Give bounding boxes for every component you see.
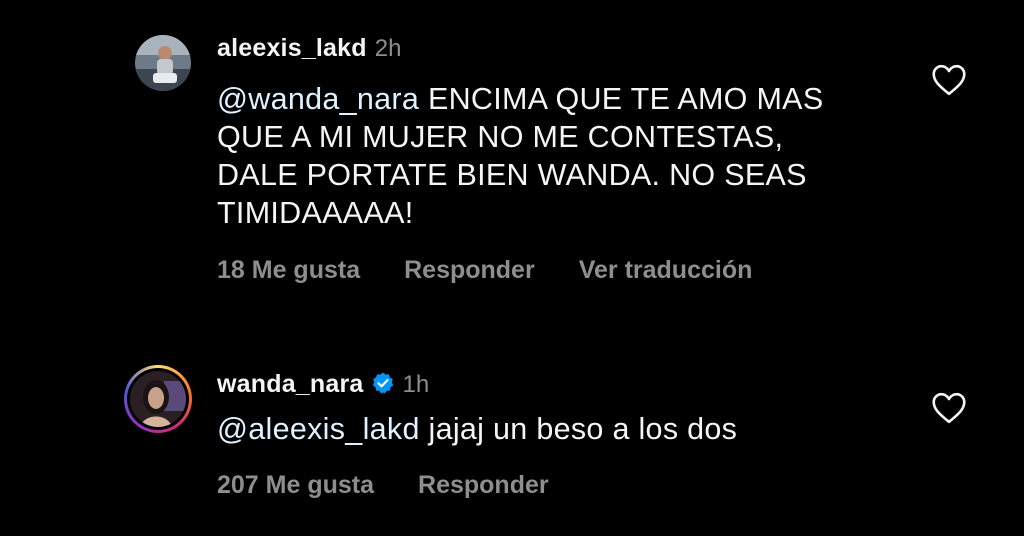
mention-link[interactable]: @aleexis_lakd bbox=[217, 412, 420, 446]
timestamp: 1h bbox=[402, 371, 430, 398]
heart-icon[interactable] bbox=[931, 392, 967, 424]
avatar bbox=[130, 371, 186, 427]
reply-button[interactable]: Responder bbox=[418, 471, 549, 500]
avatar-story-ring[interactable] bbox=[124, 365, 192, 433]
likes-count[interactable]: 207 Me gusta bbox=[217, 471, 374, 500]
comment-actions: 207 Me gusta Responder bbox=[217, 471, 549, 500]
mention-link[interactable]: @wanda_nara bbox=[217, 82, 419, 116]
comment-text: @wanda_nara ENCIMA QUE TE AMO MAS QUE A … bbox=[217, 80, 857, 232]
likes-count[interactable]: 18 Me gusta bbox=[217, 256, 360, 285]
comment-item: wanda_nara 1h @aleexis_lakd jajaj un bes… bbox=[0, 340, 1024, 536]
avatar-photo-icon bbox=[130, 371, 186, 427]
username[interactable]: wanda_nara bbox=[217, 370, 364, 399]
comment-header: wanda_nara 1h bbox=[217, 368, 429, 399]
comment-item: aleexis_lakd 2h @wanda_nara ENCIMA QUE T… bbox=[0, 0, 1024, 320]
heart-icon[interactable] bbox=[931, 64, 967, 96]
reply-button[interactable]: Responder bbox=[404, 256, 535, 285]
comment-header: aleexis_lakd 2h bbox=[217, 34, 401, 63]
username[interactable]: aleexis_lakd bbox=[217, 34, 367, 63]
comment-actions: 18 Me gusta Responder Ver traducción bbox=[217, 256, 752, 285]
verified-badge-icon bbox=[372, 372, 393, 394]
timestamp: 2h bbox=[374, 35, 402, 62]
avatar[interactable] bbox=[135, 35, 191, 91]
translate-button[interactable]: Ver traducción bbox=[579, 256, 753, 285]
comment-text: @aleexis_lakd jajaj un beso a los dos bbox=[217, 410, 857, 448]
comment-body: jajaj un beso a los dos bbox=[428, 412, 738, 446]
avatar-photo-icon bbox=[135, 35, 191, 91]
